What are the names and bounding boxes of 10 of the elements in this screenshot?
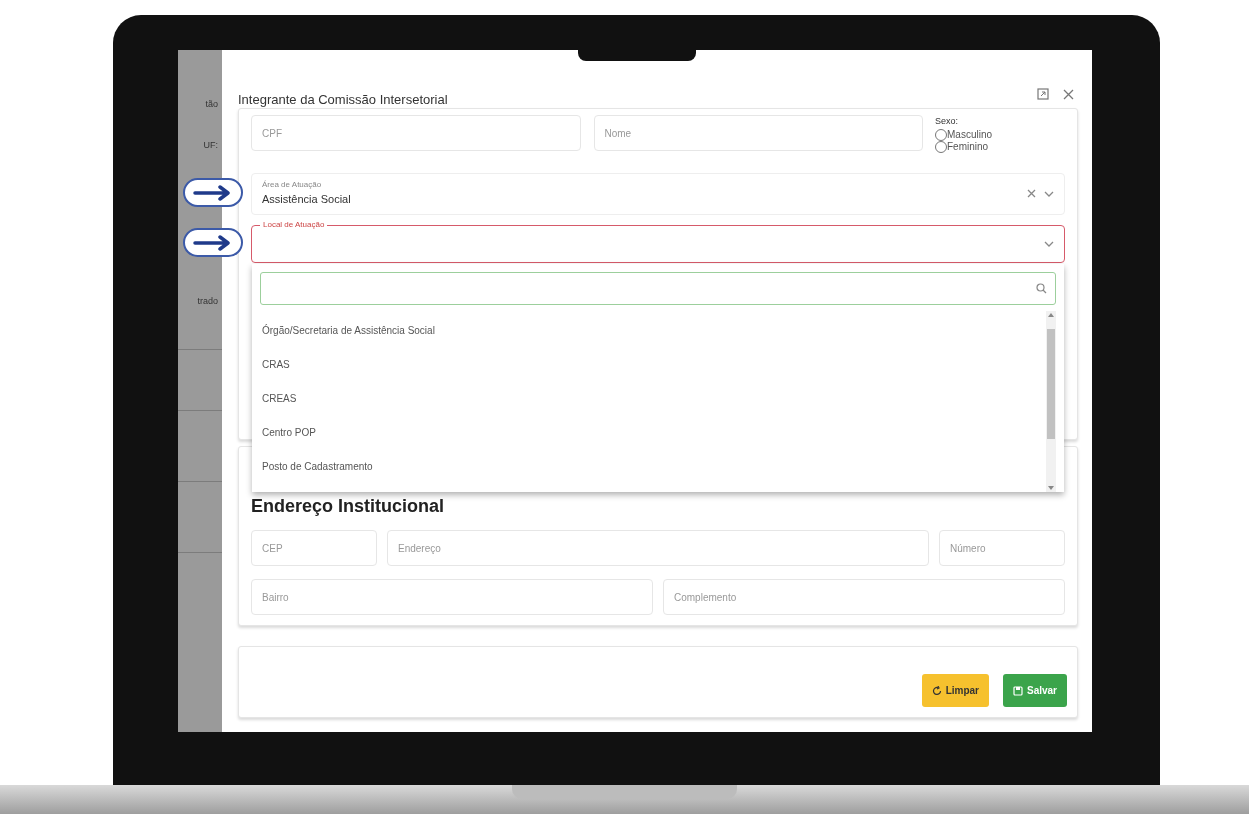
radio-label: Feminino [947, 141, 989, 152]
modal-title: Integrante da Comissão Intersetorial [238, 91, 448, 109]
field-label: Sexo: [935, 115, 959, 128]
background-text: tão [204, 98, 219, 111]
background-text: UF: [202, 138, 219, 152]
background-text: trado [196, 295, 219, 308]
selected-value: Assistência Social [262, 192, 352, 208]
floating-label: Área de Atuação [262, 179, 323, 192]
radio-label: Masculino [947, 129, 993, 140]
section-title: Endereço Institucional [251, 495, 445, 518]
